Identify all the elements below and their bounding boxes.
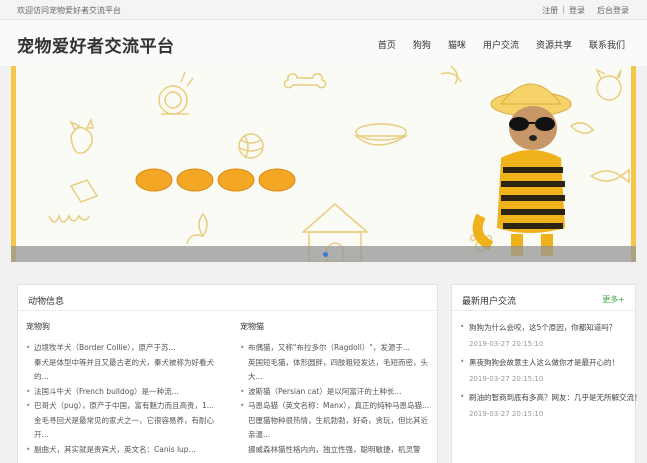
dog-column-title: 宠物狗 [26,322,50,331]
cat-article-title[interactable]: 巴厘猫物种很热情，生机勃勃，好奇，贪玩，但比其近亲温... [248,416,428,440]
bullet-icon: • [240,386,245,396]
site-logo[interactable]: 宠物爱好者交流平台 [17,32,175,57]
cat-article-title[interactable]: 马恩岛猫（英文名称：Manx），真正的纯种马恩岛猫... [248,401,429,410]
recent-post-list: • 狗狗为什么会咬，这5个原因，你都知道吗？ 2019-03-27 20:15:10… [452,311,638,418]
cat-column-title: 宠物猫 [240,322,264,331]
login-link[interactable]: 登录 [569,5,585,16]
bullet-icon: • [460,357,465,366]
account-links: 注册 | 登录 后台登录 [542,5,629,16]
bullet-icon: • [26,444,31,454]
dog-article-item[interactable]: • 副曲犬，其实就是贵宾犬，英文名：Canis lup... [26,443,216,458]
bullet-icon: • [26,401,31,410]
recent-exchange-panel: 最新用户交流 更多+ • 狗狗为什么会咬，这5个原因，你都知道吗？ 2019-03-… [451,284,638,463]
hero-banner[interactable] [11,66,636,262]
recent-post-title[interactable]: • 狗狗为什么会咬，这5个原因，你都知道吗？ [460,322,638,333]
register-link[interactable]: 注册 [542,5,558,16]
welcome-text: 欢迎访问宠物爱好者交流平台 [17,6,121,15]
nav-dogs[interactable]: 狗狗 [413,38,431,51]
animal-info-title: 动物信息 [18,285,437,311]
cat-article-item[interactable]: 巴厘猫物种很热情，生机勃勃，好奇，贪玩，但比其近亲温... [240,414,430,443]
cat-article-item[interactable]: • 马恩岛猫（英文名称：Manx），真正的纯种马恩岛猫... [240,399,430,414]
nav-contact[interactable]: 联系我们 [589,38,625,51]
bullet-icon: • [460,322,465,331]
dog-article-title[interactable]: 副曲犬，其实就是贵宾犬，英文名：Canis lup... [34,445,196,454]
recent-post-item[interactable]: • 黑夜狗狗会故意主人这么做你才是最开心的！ 2019-03-27 20:15:10 [460,357,635,383]
cat-article-item[interactable]: 英国短毛猫，体形圆胖，四肢粗短发达，毛短而密，头大... [240,356,430,385]
cat-article-item[interactable]: 挪威森林猫性格内向，独立性强，聪明敏捷，机灵警 [240,443,430,458]
site-header: 宠物爱好者交流平台 首页 狗狗 猫咪 用户交流 资源共享 联系我们 [0,20,647,66]
recent-post-date: 2019-03-27 20:15:10 [469,340,544,348]
nav-user-exchange[interactable]: 用户交流 [483,38,519,51]
dog-article-item[interactable]: • 巴哥犬（pug），原产于中国，富有魅力而且高贵，1... [26,399,216,414]
recent-exchange-title: 最新用户交流 [462,297,517,307]
dog-article-list: • 边境牧羊犬（Border Collie），原产于苏... 秦犬是体型中等并且又最… [26,341,216,457]
link-separator: | [562,5,565,14]
recent-post-title[interactable]: • 黑夜狗狗会故意主人这么做你才是最开心的！ [460,357,638,368]
recent-post-date: 2019-03-27 20:15:10 [469,375,544,383]
main-nav: 首页 狗狗 猫咪 用户交流 资源共享 联系我们 [378,38,625,51]
bullet-icon: • [240,401,245,410]
dog-article-item[interactable]: 金毛寻回犬是最常见的家犬之一，它很容易养，有耐心开... [26,414,216,443]
recent-post-date: 2019-03-27 20:15:10 [469,410,544,418]
recent-post-title[interactable]: • 刷油的智商到底有多高？网友：几乎是无所解交流！ [460,392,638,403]
dog-article-title[interactable]: 巴哥犬（pug），原产于中国，富有魅力而且高贵，1... [34,401,214,410]
bullet-icon: • [240,343,245,352]
slider-indicator-dot[interactable] [323,252,328,257]
cat-article-title[interactable]: 英国短毛猫，体形圆胖，四肢粗短发达，毛短而密，头大... [248,358,428,382]
top-bar: 欢迎访问宠物爱好者交流平台 注册 | 登录 后台登录 [0,0,647,20]
banner-illustration [48,66,630,262]
cat-article-title[interactable]: 波斯猫（Persian cat）是以阿富汗的土种长... [248,387,402,396]
bullet-icon: • [26,386,31,396]
cat-article-item[interactable]: • 布偶猫，又称"布拉多尔（Ragdoll）"，发源于... [240,341,430,356]
recent-post-item[interactable]: • 刷油的智商到底有多高？网友：几乎是无所解交流！ 2019-03-27 20:15… [460,392,638,418]
cat-column: 宠物猫 • 布偶猫，又称"布拉多尔（Ragdoll）"，发源于... 英国短毛猫，体… [240,321,430,457]
recent-exchange-header: 最新用户交流 更多+ [452,285,635,311]
admin-login-link[interactable]: 后台登录 [597,5,629,16]
dog-article-item[interactable]: 秦犬是体型中等并且又最古老的犬，秦犬被称为好看犬的... [26,356,216,385]
cat-article-list: • 布偶猫，又称"布拉多尔（Ragdoll）"，发源于... 英国短毛猫，体形圆胖，… [240,341,430,457]
dog-article-title[interactable]: 秦犬是体型中等并且又最古老的犬，秦犬被称为好看犬的... [34,358,214,382]
dog-article-item[interactable]: • 边境牧羊犬（Border Collie），原产于苏... [26,341,216,356]
cat-article-title[interactable]: 布偶猫，又称"布拉多尔（Ragdoll）"，发源于... [248,343,410,352]
cat-article-item[interactable]: • 波斯猫（Persian cat）是以阿富汗的土种长... [240,385,430,400]
banner-left-border [11,66,16,262]
cat-article-title[interactable]: 挪威森林猫性格内向，独立性强，聪明敏捷，机灵警 [248,445,421,454]
dog-article-item[interactable]: • 法国斗牛犬（French bulldog）是一种流... [26,385,216,400]
nav-home[interactable]: 首页 [378,38,396,51]
dog-article-title[interactable]: 边境牧羊犬（Border Collie），原产于苏... [34,343,176,352]
bullet-icon: • [460,392,465,401]
dog-article-title[interactable]: 法国斗牛犬（French bulldog）是一种流... [34,387,179,396]
bullet-icon: • [26,343,31,352]
animal-info-panel: 动物信息 宠物狗 • 边境牧羊犬（Border Collie），原产于苏... 秦犬… [17,284,438,463]
more-link[interactable]: 更多+ [602,294,625,305]
recent-post-item[interactable]: • 狗狗为什么会咬，这5个原因，你都知道吗？ 2019-03-27 20:15:10 [460,322,635,348]
dog-article-title[interactable]: 金毛寻回犬是最常见的家犬之一，它很容易养，有耐心开... [34,416,214,440]
nav-cats[interactable]: 猫咪 [448,38,466,51]
dog-column: 宠物狗 • 边境牧羊犬（Border Collie），原产于苏... 秦犬是体型中等… [26,321,216,457]
banner-right-border [631,66,636,262]
nav-resource-share[interactable]: 资源共享 [536,38,572,51]
